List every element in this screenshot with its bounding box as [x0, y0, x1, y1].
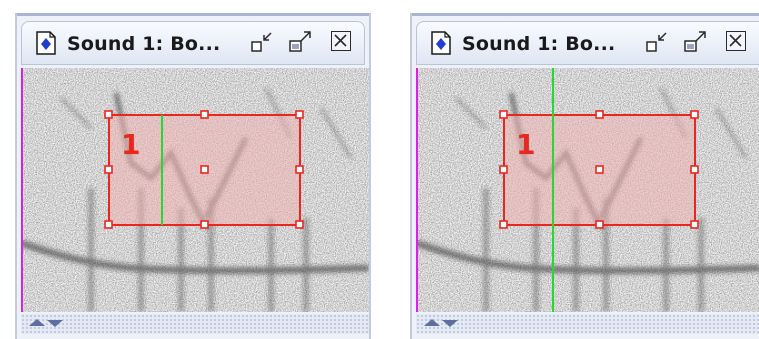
window-top-border [412, 13, 759, 16]
window-title: Sound 1: Bo... [462, 33, 616, 55]
scroll-bar[interactable] [416, 314, 759, 334]
spectrogram-view[interactable]: 1 [19, 68, 370, 312]
selection-label: 1 [121, 128, 140, 161]
sound-window-left: Sound 1: Bo... 1 [15, 13, 371, 339]
selection-label: 1 [516, 128, 535, 161]
minimize-button[interactable] [645, 30, 671, 56]
close-button[interactable] [726, 31, 746, 51]
window-title: Sound 1: Bo... [67, 33, 221, 55]
minimize-button[interactable] [250, 30, 276, 56]
scroll-arrows-icon[interactable] [27, 317, 67, 329]
document-diamond-icon [431, 31, 451, 55]
scroll-arrows-icon[interactable] [422, 317, 462, 329]
close-icon [729, 34, 742, 47]
close-button[interactable] [331, 31, 351, 51]
document-diamond-icon [36, 31, 56, 55]
scroll-bar[interactable] [21, 314, 369, 334]
window-top-border [17, 13, 369, 16]
window-title-bar[interactable]: Sound 1: Bo... [416, 21, 759, 65]
spectrogram-view[interactable]: 1 [414, 68, 759, 312]
maximize-button[interactable] [683, 30, 709, 56]
close-icon [334, 34, 347, 47]
window-title-bar[interactable]: Sound 1: Bo... [21, 21, 365, 65]
sound-window-right: Sound 1: Bo... 1 [410, 13, 759, 339]
maximize-button[interactable] [288, 30, 314, 56]
